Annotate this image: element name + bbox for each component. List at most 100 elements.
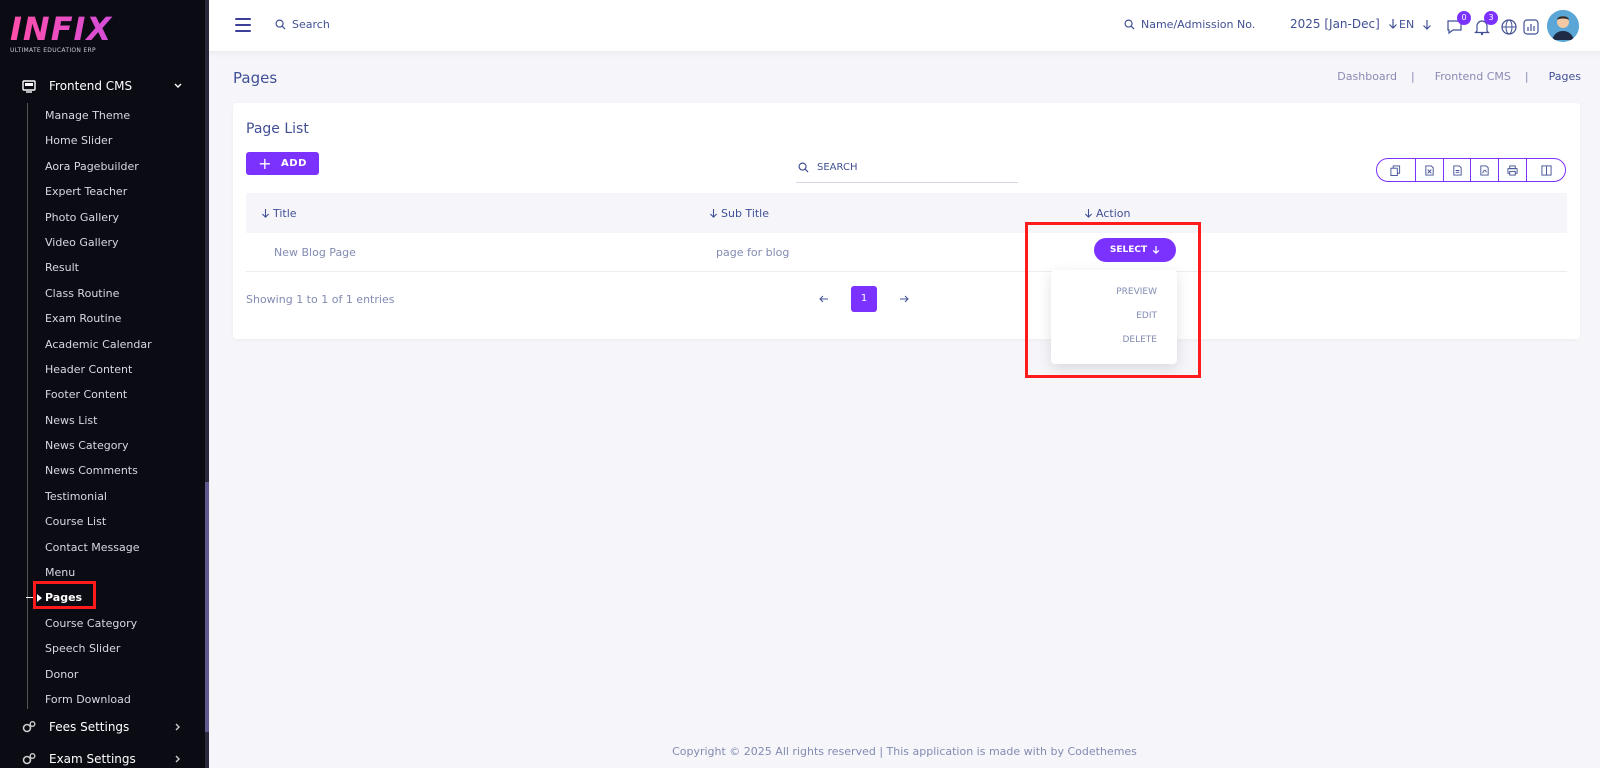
column-header-label: Action xyxy=(1096,207,1131,220)
language-value: EN xyxy=(1399,18,1415,31)
pdf-file-icon xyxy=(1480,164,1490,176)
gears-icon xyxy=(22,721,36,733)
sidebar-submenu: Manage Theme Home Slider Aora Pagebuilde… xyxy=(26,103,202,712)
sidebar-item-aora-pagebuilder[interactable]: Aora Pagebuilder xyxy=(28,154,202,179)
select-action-label: SELECT xyxy=(1109,245,1148,255)
select-action-button[interactable]: SELECT xyxy=(1094,238,1176,262)
excel-button[interactable] xyxy=(1416,159,1444,181)
global-search[interactable]: Search xyxy=(275,18,330,31)
sidebar-item-course-category[interactable]: Course Category xyxy=(28,611,202,636)
sidebar-item-testimonial[interactable]: Testimonial xyxy=(28,484,202,509)
sidebar-item-result[interactable]: Result xyxy=(28,255,202,280)
excel-file-icon xyxy=(1425,164,1434,176)
row-subtitle: page for blog xyxy=(716,246,790,259)
action-dropdown-menu: PREVIEW EDIT DELETE xyxy=(1051,270,1177,364)
prev-page-arrow-icon[interactable] xyxy=(817,292,831,306)
gears-icon xyxy=(22,753,36,765)
menu-item-delete[interactable]: DELETE xyxy=(1122,335,1157,345)
student-search-placeholder: Name/Admission No. xyxy=(1141,18,1256,31)
page-list-card: Page List + ADD SEARCH Title Sub Title A… xyxy=(233,103,1580,339)
copy-button[interactable] xyxy=(1377,159,1416,181)
column-header-title[interactable]: Title xyxy=(261,207,297,220)
sidebar-scroll-thumb[interactable] xyxy=(205,482,209,732)
sidebar-item-news-comments[interactable]: News Comments xyxy=(28,458,202,483)
sidebar-item-course-list[interactable]: Course List xyxy=(28,509,202,534)
cms-icon xyxy=(22,80,36,93)
chevron-right-icon xyxy=(175,755,180,763)
sidebar-item-manage-theme[interactable]: Manage Theme xyxy=(28,103,202,128)
menu-item-preview[interactable]: PREVIEW xyxy=(1116,287,1157,297)
table-search-input[interactable]: SEARCH xyxy=(796,153,1018,183)
pdf-button[interactable] xyxy=(1471,159,1500,181)
export-button-group xyxy=(1376,158,1566,182)
sidebar-scrollbar[interactable] xyxy=(205,0,209,768)
sidebar-item-home-slider[interactable]: Home Slider xyxy=(28,128,202,153)
sidebar-item-class-routine[interactable]: Class Routine xyxy=(28,281,202,306)
sidebar-item-expert-teacher[interactable]: Expert Teacher xyxy=(28,179,202,204)
globe-icon[interactable] xyxy=(1500,18,1518,36)
messages-badge: 0 xyxy=(1457,11,1471,25)
academic-year-value: 2025 [Jan-Dec] xyxy=(1290,17,1380,31)
add-button-label: ADD xyxy=(281,158,307,169)
next-page-arrow-icon[interactable] xyxy=(897,292,911,306)
sidebar-item-menu[interactable]: Menu xyxy=(28,560,202,585)
breadcrumb-frontend-cms[interactable]: Frontend CMS xyxy=(1435,70,1511,83)
sidebar-section-label: Exam Settings xyxy=(49,752,136,766)
sidebar-section-label: Frontend CMS xyxy=(49,79,133,93)
pagination: 1 xyxy=(805,286,923,312)
notifications-bell-icon[interactable]: 3 xyxy=(1473,11,1498,36)
search-icon xyxy=(275,19,286,30)
sidebar-section-frontend-cms[interactable]: Frontend CMS xyxy=(0,72,205,100)
sidebar-item-header-content[interactable]: Header Content xyxy=(28,357,202,382)
sidebar-item-video-gallery[interactable]: Video Gallery xyxy=(28,230,202,255)
search-icon xyxy=(1124,19,1135,30)
sidebar-section-exam-settings[interactable]: Exam Settings xyxy=(0,745,205,768)
sidebar: INFIX ULTIMATE EDUCATION ERP Frontend CM… xyxy=(0,0,209,768)
sort-arrow-down-icon xyxy=(261,209,270,218)
academic-year-select[interactable]: 2025 [Jan-Dec] xyxy=(1290,17,1398,31)
sidebar-item-news-category[interactable]: News Category xyxy=(28,433,202,458)
csv-button[interactable] xyxy=(1444,159,1472,181)
columns-button[interactable] xyxy=(1527,159,1565,181)
analytics-icon[interactable] xyxy=(1522,18,1540,36)
table-search-placeholder: SEARCH xyxy=(817,162,858,173)
sidebar-item-photo-gallery[interactable]: Photo Gallery xyxy=(28,205,202,230)
card-title: Page List xyxy=(246,121,309,137)
sidebar-item-academic-calendar[interactable]: Academic Calendar xyxy=(28,332,202,357)
columns-icon xyxy=(1541,164,1552,176)
column-header-label: Title xyxy=(273,207,297,220)
sidebar-item-pages[interactable]: Pages xyxy=(26,585,202,610)
entries-info: Showing 1 to 1 of 1 entries xyxy=(246,293,395,306)
logo-wordmark: INFIX xyxy=(10,12,190,46)
breadcrumb-pages: Pages xyxy=(1548,70,1581,83)
column-header-subtitle[interactable]: Sub Title xyxy=(709,207,769,220)
copy-icon xyxy=(1390,164,1401,176)
sidebar-section-fees-settings[interactable]: Fees Settings xyxy=(0,713,205,741)
menu-item-edit[interactable]: EDIT xyxy=(1136,311,1157,321)
hamburger-menu-icon[interactable] xyxy=(235,18,251,32)
app-logo[interactable]: INFIX ULTIMATE EDUCATION ERP xyxy=(10,12,190,58)
sidebar-item-exam-routine[interactable]: Exam Routine xyxy=(28,306,202,331)
sidebar-item-form-download[interactable]: Form Download xyxy=(28,687,202,712)
sidebar-item-footer-content[interactable]: Footer Content xyxy=(28,382,202,407)
breadcrumb-separator: | xyxy=(1410,70,1415,83)
student-search[interactable]: Name/Admission No. xyxy=(1124,18,1255,31)
sidebar-item-contact-message[interactable]: Contact Message xyxy=(28,535,202,560)
arrow-down-icon xyxy=(1388,19,1397,29)
column-header-action[interactable]: Action xyxy=(1084,207,1130,220)
sort-arrow-down-icon xyxy=(709,209,718,218)
add-button[interactable]: + ADD xyxy=(246,152,319,175)
user-avatar[interactable] xyxy=(1547,10,1579,42)
sidebar-item-donor[interactable]: Donor xyxy=(28,662,202,687)
sidebar-item-speech-slider[interactable]: Speech Slider xyxy=(28,636,202,661)
print-button[interactable] xyxy=(1499,159,1528,181)
language-select[interactable]: EN xyxy=(1399,18,1432,31)
sidebar-item-news-list[interactable]: News List xyxy=(28,408,202,433)
messages-icon[interactable]: 0 xyxy=(1446,11,1471,36)
breadcrumb-dashboard[interactable]: Dashboard xyxy=(1337,70,1397,83)
row-title: New Blog Page xyxy=(274,246,356,259)
logo-tagline: ULTIMATE EDUCATION ERP xyxy=(10,47,96,54)
chevron-right-icon xyxy=(175,723,180,731)
page-number-current[interactable]: 1 xyxy=(851,286,877,312)
printer-icon xyxy=(1507,164,1518,176)
